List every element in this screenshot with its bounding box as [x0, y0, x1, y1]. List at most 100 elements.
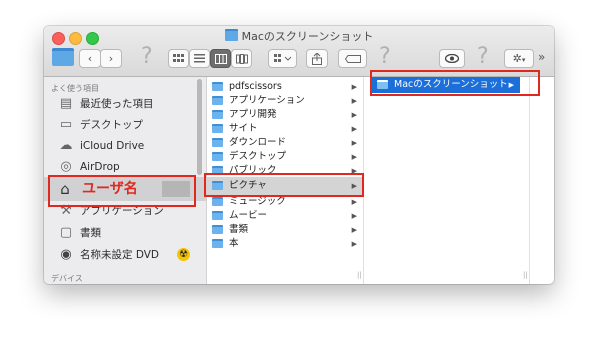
coverflow-icon [235, 54, 248, 64]
item-label: ムービー [229, 210, 268, 221]
item-label: pdfscissors [229, 81, 282, 92]
list-item[interactable]: 書類 ▶ [207, 223, 363, 237]
documents-icon: ▢ [59, 225, 73, 240]
quicklook-button[interactable] [439, 49, 465, 68]
item-label: ミュージック [229, 196, 286, 207]
list-item[interactable]: ミュージック ▶ [207, 195, 363, 209]
airdrop-icon: ◎ [60, 159, 72, 174]
sidebar-item-desktop[interactable]: ▭ デスクトップ [44, 115, 206, 135]
help-glyph: ? [379, 44, 391, 69]
chevron-right-icon: ▶ [351, 83, 357, 91]
help-glyph: ? [477, 44, 489, 69]
gear-icon: ✲ [512, 52, 522, 65]
sidebar-item-label: 書類 [80, 227, 101, 239]
list-item[interactable]: アプリ開発 ▶ [207, 108, 363, 122]
eject-icon[interactable]: ☢ [177, 248, 190, 261]
sidebar-heading-devices: デバイス [51, 274, 83, 283]
folder-icon [212, 211, 223, 220]
list-item[interactable]: デスクトップ ▶ [207, 150, 363, 164]
column-empty [530, 77, 554, 284]
cloud-icon: ☁ [59, 138, 73, 153]
help-glyph: ? [141, 44, 153, 69]
sidebar-item-label: 名称未設定 DVD [80, 249, 160, 261]
list-item[interactable]: アプリケーション ▶ [207, 94, 363, 108]
coverflow-view-button[interactable] [231, 49, 252, 68]
item-label: 本 [229, 238, 239, 249]
sidebar-item-label: デスクトップ [80, 119, 143, 131]
folder-icon [212, 138, 223, 147]
folder-icon [224, 29, 238, 41]
columns-icon [214, 54, 227, 64]
sidebar-item-label: iCloud Drive [80, 140, 145, 152]
chevron-right-icon: ▶ [351, 240, 357, 248]
back-label: ‹ [87, 52, 93, 65]
help-icon: ? [379, 44, 391, 70]
sidebar-item-recents[interactable]: ▤ 最近使った項目 [44, 94, 206, 114]
window-title-text: Macのスクリーンショット [241, 30, 374, 43]
folder-icon [212, 82, 223, 91]
eye-icon [444, 53, 460, 64]
help-icon: ? [141, 44, 153, 70]
share-button[interactable] [306, 49, 328, 68]
back-button[interactable]: ‹ [79, 49, 101, 68]
desktop-icon: ▭ [59, 117, 73, 132]
finder-window: Macのスクリーンショット ‹ › ? ? ? ✲▾ » よく使う項目 ▤ 最近… [44, 26, 554, 284]
grid-icon [173, 54, 184, 62]
dvd-icon: ◉ [60, 247, 72, 262]
item-label: 書類 [229, 224, 249, 235]
list-item[interactable]: pdfscissors ▶ [207, 80, 363, 94]
sidebar-item-documents[interactable]: ▢ 書類 [44, 223, 206, 243]
sidebar-item-label: AirDrop [80, 161, 120, 173]
forward-button[interactable]: › [100, 49, 122, 68]
arrange-icon [273, 54, 291, 62]
chevron-right-icon: ▶ [351, 139, 357, 147]
chevron-right-icon: ▶ [351, 212, 357, 220]
item-label: ダウンロード [229, 137, 287, 148]
item-label: アプリケーション [229, 95, 305, 106]
list-icon [194, 54, 205, 63]
arrange-button[interactable] [268, 49, 297, 68]
tag-icon [344, 55, 361, 63]
list-item[interactable]: ムービー ▶ [207, 209, 363, 223]
chevron-right-icon: ▶ [351, 226, 357, 234]
sidebar-scrollbar[interactable] [197, 79, 202, 175]
folder-icon [212, 152, 223, 161]
folder-icon [52, 48, 74, 66]
highlight-user-item [48, 175, 196, 207]
chevron-right-icon: ▶ [351, 198, 357, 206]
sidebar-item-icloud[interactable]: ☁ iCloud Drive [44, 136, 206, 156]
window-title: Macのスクリーンショット [44, 29, 554, 45]
list-view-button[interactable] [189, 49, 210, 68]
column-view-button[interactable] [210, 49, 231, 68]
list-item[interactable]: 本 ▶ [207, 237, 363, 251]
icon-view-button[interactable] [168, 49, 189, 68]
folder-icon [212, 225, 223, 234]
list-item[interactable]: サイト ▶ [207, 122, 363, 136]
highlight-screenshot-folder [370, 70, 540, 96]
column-resize-handle[interactable]: || [357, 271, 362, 279]
item-label: サイト [229, 123, 258, 134]
highlight-pictures-item [204, 173, 364, 197]
sidebar-item-label: 最近使った項目 [80, 98, 154, 110]
chevron-right-icon: ▶ [351, 153, 357, 161]
overflow-glyph: » [538, 50, 546, 64]
folder-icon [212, 197, 223, 206]
folder-icon [212, 124, 223, 133]
chevron-down-icon: ▾ [521, 56, 526, 64]
folder-icon [212, 239, 223, 248]
sidebar-item-airdrop[interactable]: ◎ AirDrop [44, 157, 206, 177]
chevron-right-icon: ▶ [351, 125, 357, 133]
sidebar-item-dvd[interactable]: ◉ 名称未設定 DVD ☢ [44, 245, 206, 265]
tag-button[interactable] [338, 49, 367, 68]
sidebar-heading-favorites: よく使う項目 [51, 84, 99, 93]
folder-icon [212, 110, 223, 119]
item-label: アプリ開発 [229, 109, 277, 120]
chevron-right-icon: ▶ [351, 111, 357, 119]
action-button[interactable]: ✲▾ [504, 49, 534, 68]
column-resize-handle[interactable]: || [523, 271, 528, 279]
folder-icon [212, 96, 223, 105]
list-item[interactable]: ダウンロード ▶ [207, 136, 363, 150]
recents-icon: ▤ [59, 96, 73, 111]
toolbar-overflow-button[interactable]: » [538, 50, 545, 64]
chevron-right-icon: ▶ [351, 97, 357, 105]
